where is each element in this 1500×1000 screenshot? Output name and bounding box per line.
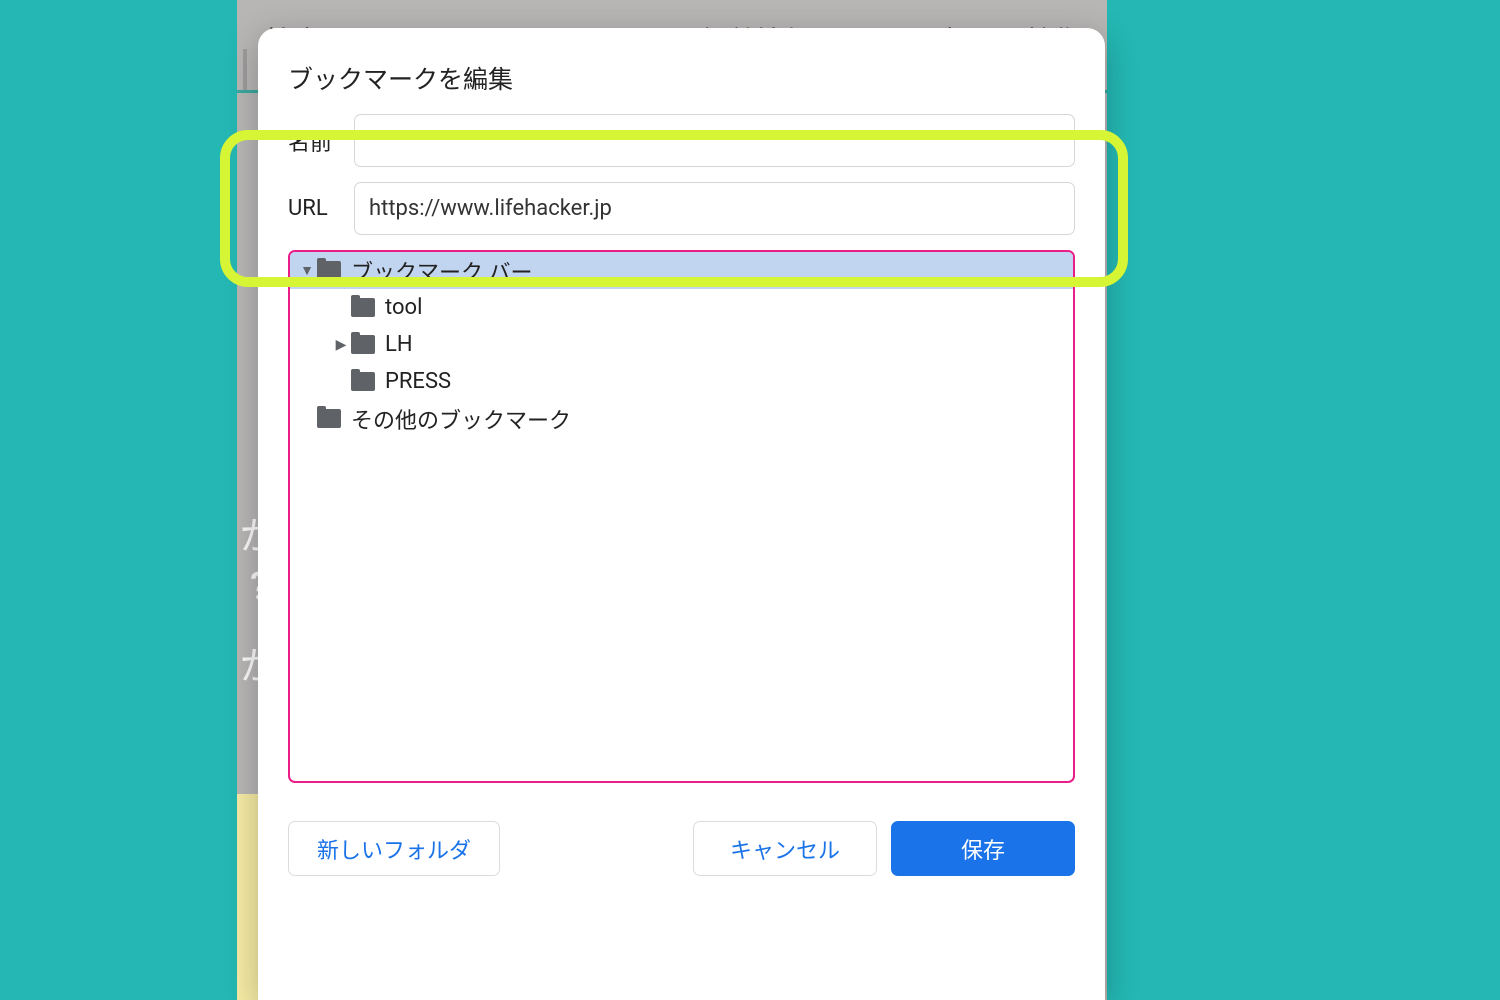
tree-row[interactable]: ▼ ブックマーク バー <box>290 252 1073 289</box>
tree-item-label: tool <box>385 295 422 320</box>
tree-row[interactable]: tool <box>290 289 1073 326</box>
tree-item-label: LH <box>385 332 413 357</box>
form-section: 名前 URL <box>258 114 1105 235</box>
folder-icon <box>317 261 341 280</box>
cancel-button[interactable]: キャンセル <box>693 821 877 876</box>
tree-item-label: ブックマーク バー <box>351 255 532 287</box>
tree-row[interactable]: ▶ LH <box>290 326 1073 363</box>
form-row-name: 名前 <box>288 114 1075 167</box>
chevron-down-icon[interactable]: ▼ <box>297 262 317 279</box>
folder-icon <box>351 372 375 391</box>
tree-row[interactable]: その他のブックマーク <box>290 400 1073 437</box>
chevron-right-icon[interactable]: ▶ <box>331 337 351 353</box>
new-folder-button[interactable]: 新しいフォルダ <box>288 821 500 876</box>
folder-tree[interactable]: ▼ ブックマーク バー tool ▶ LH PRESS その他のブックマーク <box>288 250 1075 783</box>
tree-row[interactable]: PRESS <box>290 363 1073 400</box>
url-input[interactable] <box>354 182 1075 235</box>
folder-icon <box>317 409 341 428</box>
form-row-url: URL <box>288 182 1075 235</box>
edit-bookmark-dialog: ブックマークを編集 名前 URL ▼ ブックマーク バー tool ▶ LH PRESS そ… <box>258 28 1105 1000</box>
button-row: 新しいフォルダ キャンセル 保存 <box>258 783 1105 876</box>
tree-item-label: その他のブックマーク <box>351 403 571 435</box>
name-label: 名前 <box>288 125 354 157</box>
name-input[interactable] <box>354 114 1075 167</box>
save-button[interactable]: 保存 <box>891 821 1075 876</box>
dialog-title: ブックマークを編集 <box>258 28 1105 114</box>
folder-icon <box>351 335 375 354</box>
tree-item-label: PRESS <box>385 369 451 394</box>
backdrop-divider <box>243 49 247 93</box>
url-label: URL <box>288 196 354 221</box>
folder-icon <box>351 298 375 317</box>
